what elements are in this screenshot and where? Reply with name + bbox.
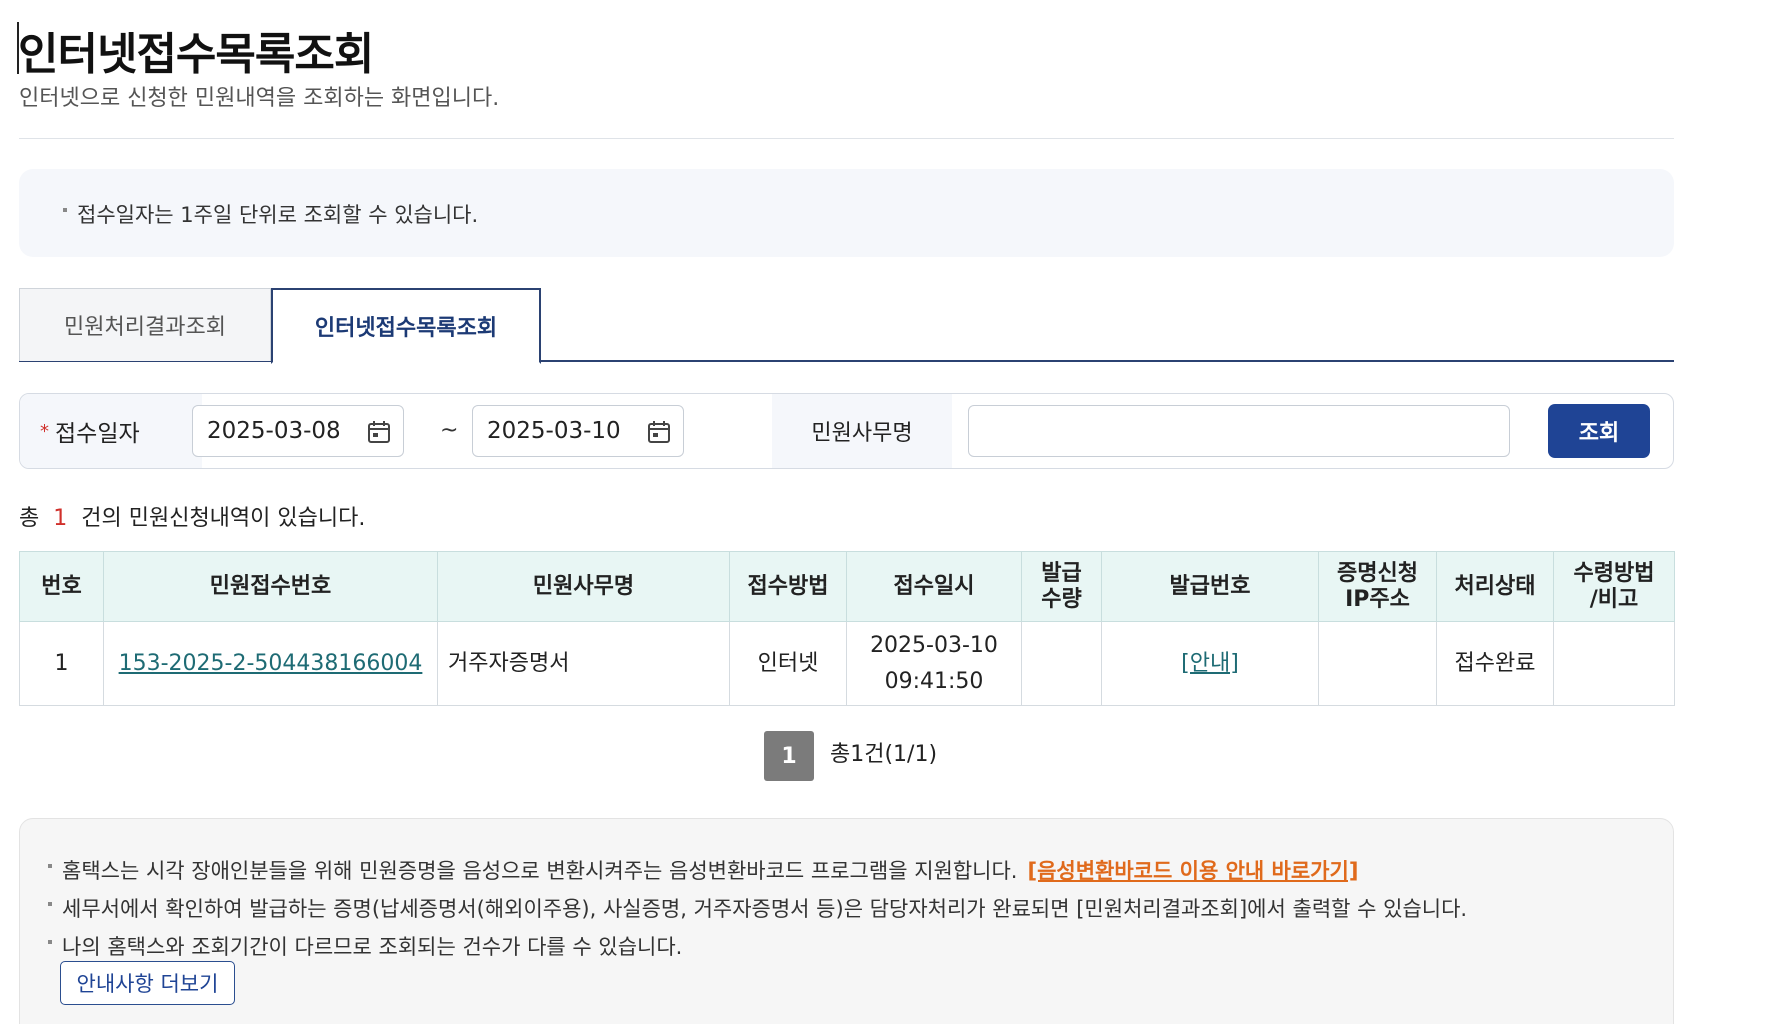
cell-status: 접수완료 — [1436, 621, 1554, 706]
tab-internet-receipt[interactable]: 인터넷접수목록조회 — [271, 288, 541, 364]
required-mark: * — [40, 420, 49, 442]
page-number-button[interactable]: 1 — [764, 731, 814, 781]
tab-civil-result[interactable]: 민원처리결과조회 — [19, 288, 271, 361]
col-header-no: 번호 — [19, 551, 104, 622]
calendar-icon[interactable] — [366, 419, 392, 445]
receipt-date-label: * 접수일자 — [20, 394, 202, 468]
col-header-datetime: 접수일시 — [846, 551, 1022, 622]
cell-remark — [1553, 621, 1675, 706]
start-date-input[interactable]: 2025-03-08 — [192, 405, 404, 457]
cell-qty — [1021, 621, 1102, 706]
summary-prefix: 총 — [19, 506, 40, 531]
bullet-icon — [48, 940, 52, 944]
info-line-1: 홈택스는 시각 장애인분들을 위해 민원증명을 음성으로 변환시켜주는 음성변환… — [62, 859, 1018, 883]
col-header-civil-name: 민원사무명 — [437, 551, 730, 622]
notice-item: 접수일자는 1주일 단위로 조회할 수 있습니다. — [63, 199, 478, 229]
date-range-separator: ~ — [440, 418, 459, 443]
summary-suffix: 건의 민원신청내역이 있습니다. — [81, 506, 366, 531]
cell-no: 1 — [19, 621, 104, 706]
page-subtitle: 인터넷으로 신청한 민원내역을 조회하는 화면입니다. — [19, 86, 500, 111]
pagination: 1 총1건(1/1) — [764, 731, 937, 781]
barcode-guide-link[interactable]: [음성변환바코드 이용 안내 바로가기] — [1027, 859, 1358, 883]
table-header-row: 번호 민원접수번호 민원사무명 접수방법 접수일시 발급 수량 발급번호 증명신… — [19, 551, 1675, 622]
col-header-issue-no: 발급번호 — [1101, 551, 1319, 622]
search-button[interactable]: 조회 — [1548, 404, 1650, 458]
receipt-no-link[interactable]: 153-2025-2-504438166004 — [119, 651, 423, 676]
cell-receipt-no: 153-2025-2-504438166004 — [103, 621, 438, 706]
tab-label: 인터넷접수목록조회 — [314, 316, 498, 341]
info-item: 세무서에서 확인하여 발급하는 증명(납세증명서(해외이주용), 사실증명, 거… — [48, 893, 1467, 923]
bullet-icon — [63, 208, 67, 212]
notice-text: 접수일자는 1주일 단위로 조회할 수 있습니다. — [77, 203, 479, 227]
info-item: 나의 홈택스와 조회기간이 다르므로 조회되는 건수가 다를 수 있습니다. — [48, 931, 682, 961]
page-total: 총1건(1/1) — [830, 742, 938, 767]
col-header-receipt-no: 민원접수번호 — [103, 551, 438, 622]
cell-datetime: 2025-03-10 09:41:50 — [846, 621, 1022, 706]
result-summary: 총 1 건의 민원신청내역이 있습니다. — [19, 500, 365, 532]
text-caret — [17, 22, 19, 74]
info-line-3: 나의 홈택스와 조회기간이 다르므로 조회되는 건수가 다를 수 있습니다. — [62, 935, 683, 959]
page-title: 인터넷접수목록조회 — [17, 18, 374, 82]
civil-name-input[interactable] — [968, 405, 1510, 457]
col-header-status: 처리상태 — [1436, 551, 1554, 622]
info-line-2: 세무서에서 확인하여 발급하는 증명(납세증명서(해외이주용), 사실증명, 거… — [62, 897, 1468, 921]
summary-count: 1 — [53, 506, 68, 531]
cell-civil-name: 거주자증명서 — [437, 621, 730, 706]
cell-ip — [1318, 621, 1437, 706]
info-box: 홈택스는 시각 장애인분들을 위해 민원증명을 음성으로 변환시켜주는 음성변환… — [19, 818, 1674, 1024]
end-date-input[interactable]: 2025-03-10 — [472, 405, 684, 457]
notice-box: 접수일자는 1주일 단위로 조회할 수 있습니다. — [19, 169, 1674, 257]
tab-label: 민원처리결과조회 — [64, 315, 226, 340]
bullet-icon — [48, 864, 52, 868]
table-row: 1 153-2025-2-504438166004 거주자증명서 인터넷 202… — [19, 621, 1675, 706]
page-title-text: 인터넷접수목록조회 — [18, 29, 374, 80]
cell-date: 2025-03-10 — [870, 632, 998, 658]
tab-bar: 민원처리결과조회 인터넷접수목록조회 — [19, 288, 1674, 364]
more-info-button[interactable]: 안내사항 더보기 — [60, 961, 235, 1005]
col-header-qty: 발급 수량 — [1021, 551, 1102, 622]
civil-name-label: 민원사무명 — [772, 394, 952, 468]
calendar-icon[interactable] — [646, 419, 672, 445]
info-item: 홈택스는 시각 장애인분들을 위해 민원증명을 음성으로 변환시켜주는 음성변환… — [48, 855, 1358, 885]
bullet-icon — [48, 902, 52, 906]
col-header-remark: 수령방법 /비고 — [1553, 551, 1675, 622]
issue-guide-link[interactable]: [안내] — [1181, 651, 1239, 676]
results-table: 번호 민원접수번호 민원사무명 접수방법 접수일시 발급 수량 발급번호 증명신… — [19, 551, 1675, 706]
search-panel: * 접수일자 2025-03-08 ~ 2025-03-10 민원사무명 조회 — [19, 393, 1674, 469]
receipt-date-label-text: 접수일자 — [55, 421, 140, 447]
cell-time: 09:41:50 — [884, 668, 984, 694]
start-date-value: 2025-03-08 — [207, 418, 341, 444]
col-header-method: 접수방법 — [729, 551, 847, 622]
title-divider — [19, 138, 1674, 139]
end-date-value: 2025-03-10 — [487, 418, 621, 444]
cell-method: 인터넷 — [729, 621, 847, 706]
cell-issue-no: [안내] — [1101, 621, 1319, 706]
col-header-ip: 증명신청 IP주소 — [1318, 551, 1437, 622]
